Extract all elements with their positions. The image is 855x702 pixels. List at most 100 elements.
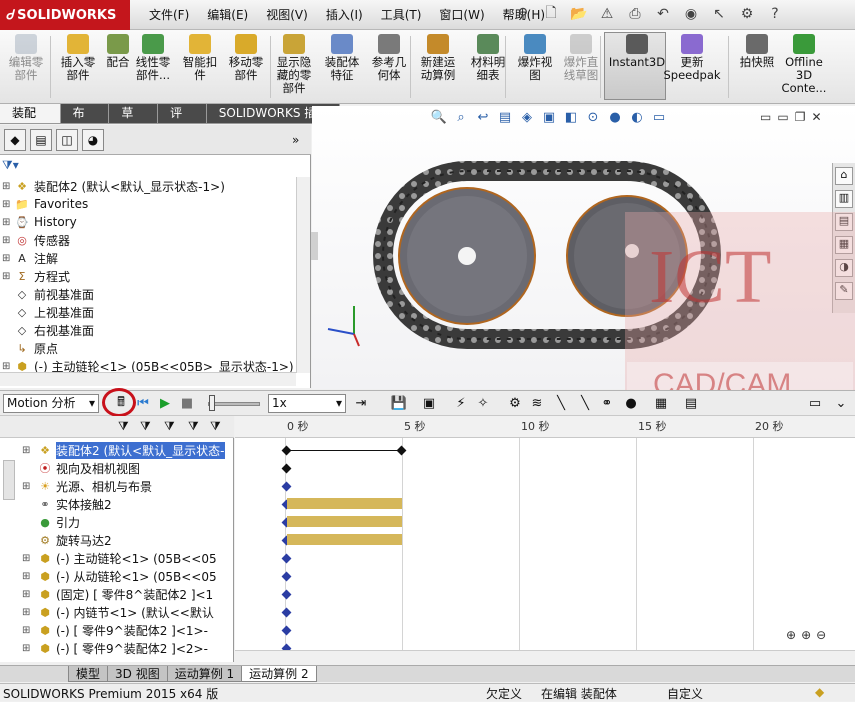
feature-tree-row[interactable]: ⊞ ⌚ History xyxy=(2,213,77,231)
feature-tree-row[interactable]: ◇ 右视基准面 xyxy=(2,321,94,339)
expand-toggle-icon[interactable]: ⊞ xyxy=(22,445,34,456)
gravity-icon[interactable]: ● xyxy=(622,394,640,412)
appearance-icon[interactable]: ● xyxy=(606,108,624,126)
filter-animated-icon[interactable]: ⧩ xyxy=(118,419,129,434)
motion-tree-scrollbar[interactable] xyxy=(3,460,15,500)
motion-tree-row[interactable]: ⊞ ⬢ (-) 主动链轮<1> (05B<<05 xyxy=(22,549,232,567)
view-orientation-icon[interactable]: ▣ xyxy=(540,108,558,126)
study-tab[interactable]: 运动算例 1 xyxy=(166,666,243,682)
menu-item[interactable]: 窗口(W) xyxy=(430,6,493,24)
command-button[interactable]: 拍快照 xyxy=(735,34,779,100)
zoom-in-timeline-icon[interactable]: ⊕ xyxy=(801,628,811,642)
command-button[interactable]: 更新 Speedpak xyxy=(663,34,721,100)
graphics-area[interactable] xyxy=(312,106,855,389)
motion-tree-row[interactable]: ⚭ 实体接触2 xyxy=(22,495,232,513)
motor-icon[interactable]: ⚙ xyxy=(506,394,524,412)
motion-tree-row[interactable]: ⚙ 旋转马达2 xyxy=(22,531,232,549)
menu-item[interactable]: 视图(V) xyxy=(257,6,317,24)
panel-splitter[interactable] xyxy=(311,232,318,260)
filter-icon[interactable]: ⧩▾ xyxy=(2,158,19,173)
play-from-start-icon[interactable]: ⏮ xyxy=(134,394,152,412)
feature-duration-bar[interactable] xyxy=(287,498,402,509)
playback-speed-select[interactable]: 1x xyxy=(268,394,346,413)
expand-toggle-icon[interactable]: ⊞ xyxy=(2,253,12,264)
command-button[interactable]: 移动零 部件 xyxy=(224,34,268,100)
expand-toggle-icon[interactable]: ⊞ xyxy=(22,571,34,582)
motion-tree-row[interactable]: ⊞ ⬢ (-) 从动链轮<1> (05B<<05 xyxy=(22,567,232,585)
display-manager-tab-icon[interactable]: ◕ xyxy=(82,129,104,151)
motion-tree-row[interactable]: ⊞ ⬢ (-) 内链节<1> (默认<<默认 xyxy=(22,603,232,621)
menu-item[interactable]: 文件(F) xyxy=(140,6,198,24)
command-button[interactable]: 装配体 特征 xyxy=(320,34,364,100)
playback-mode-icon[interactable]: ⇥ xyxy=(352,394,370,412)
menu-item[interactable]: 工具(T) xyxy=(372,6,431,24)
menu-item[interactable]: 插入(I) xyxy=(317,6,372,24)
feature-tree-row[interactable]: ↳ 原点 xyxy=(2,339,58,357)
custom-properties-icon[interactable]: ✎ xyxy=(835,282,853,300)
command-button[interactable]: 智能扣 件 xyxy=(178,34,222,100)
study-tab[interactable]: 模型 xyxy=(68,666,109,682)
collapse-manager-icon[interactable]: ▭ xyxy=(806,394,824,412)
motion-tree-row[interactable]: ⊞ ⬢ (-) [ 零件9^装配体2 ]<2>- xyxy=(22,639,232,657)
command-button[interactable]: 显示隐 藏的零 部件 xyxy=(272,34,316,100)
close-icon[interactable]: ✕ xyxy=(811,110,821,124)
playback-slider[interactable] xyxy=(208,402,260,406)
stop-icon[interactable]: ■ xyxy=(178,394,196,412)
command-tab[interactable]: 评估 xyxy=(158,104,207,139)
expand-toggle-icon[interactable]: ⊞ xyxy=(2,271,12,282)
zoom-to-area-icon[interactable]: ⌕ xyxy=(452,108,470,126)
motion-tree-row[interactable]: ● 引力 xyxy=(22,513,232,531)
feature-tree-row[interactable]: ⊞ Σ 方程式 xyxy=(2,267,70,285)
command-button[interactable]: 插入零 部件 xyxy=(56,34,100,100)
motion-tree-row[interactable]: ⊞ ⬢ (-) [ 零件9^装配体2 ]<1>- xyxy=(22,621,232,639)
timeline-horizontal-scrollbar[interactable] xyxy=(235,650,855,662)
tag-icon[interactable]: ◆ xyxy=(815,685,824,699)
expand-toggle-icon[interactable]: ⊞ xyxy=(2,199,12,210)
filter-selected-icon[interactable]: ⧩ xyxy=(164,419,175,434)
motion-tree-row[interactable]: ⦿ 视向及相机视图 xyxy=(22,459,232,477)
tree-horizontal-scrollbar[interactable] xyxy=(0,372,296,386)
autokey-icon[interactable]: ⚡ xyxy=(452,394,470,412)
save-animation-icon[interactable]: 💾 xyxy=(390,394,408,412)
hide-show-icon[interactable]: ⊙ xyxy=(584,108,602,126)
more-options-icon[interactable]: ⌄ xyxy=(832,394,850,412)
design-library-icon[interactable]: ▤ xyxy=(835,213,853,231)
open-folder-icon[interactable]: 📂 xyxy=(568,3,590,25)
view-settings-icon[interactable]: ▭ xyxy=(650,108,668,126)
section-view-icon[interactable]: ▤ xyxy=(496,108,514,126)
home-icon[interactable]: ⌂ xyxy=(835,167,853,185)
feature-duration-bar[interactable] xyxy=(287,534,402,545)
minimize-icon[interactable]: ▭ xyxy=(760,110,771,124)
feature-tree-row[interactable]: ⊞ 📁 Favorites xyxy=(2,195,88,213)
scene-icon[interactable]: ◐ xyxy=(628,108,646,126)
command-button[interactable]: 新建运 动算例 xyxy=(416,34,460,100)
menu-item[interactable]: 编辑(E) xyxy=(198,6,257,24)
feature-tree-row[interactable]: ⊞ ◎ 传感器 xyxy=(2,231,70,249)
rebuild-warning-icon[interactable]: ⚠ xyxy=(596,3,618,25)
study-tab[interactable]: 3D 视图 xyxy=(107,666,168,682)
expand-toggle-icon[interactable]: ⊞ xyxy=(2,235,12,246)
spring-icon[interactable]: ≋ xyxy=(528,394,546,412)
tile-icon[interactable]: ▭ xyxy=(777,110,788,124)
command-tab[interactable]: 布局 xyxy=(60,104,110,139)
configuration-manager-tab-icon[interactable]: ◫ xyxy=(56,129,78,151)
filter-all-icon[interactable]: ⧩ xyxy=(210,419,221,434)
add-key-icon[interactable]: ✧ xyxy=(474,394,492,412)
zoom-to-fit-icon[interactable]: 🔍 xyxy=(430,108,448,126)
feature-manager-tab-icon[interactable]: ◆ xyxy=(4,129,26,151)
tree-vertical-scrollbar[interactable] xyxy=(296,177,310,373)
command-tab[interactable]: 装配体 xyxy=(0,104,61,139)
expand-toggle-icon[interactable]: ⊞ xyxy=(22,643,34,654)
command-tab[interactable]: 草图 xyxy=(109,104,159,139)
motion-study-properties-icon[interactable]: ▤ xyxy=(682,394,700,412)
motion-tree-row[interactable]: ⊞ ⬢ (固定) [ 零件8^装配体2 ]<1 xyxy=(22,585,232,603)
motion-tree-row[interactable]: ⊞ ❖ 装配体2 (默认<默认_显示状态- xyxy=(22,441,232,459)
command-button[interactable]: Instant3D xyxy=(608,34,666,100)
feature-duration-bar[interactable] xyxy=(287,516,402,527)
filter-results-icon[interactable]: ⧩ xyxy=(188,419,199,434)
expand-toggle-icon[interactable]: ⊞ xyxy=(22,553,34,564)
study-tab[interactable]: 运动算例 2 xyxy=(241,666,317,682)
command-button[interactable]: 线性零 部件... xyxy=(131,34,175,100)
previous-view-icon[interactable]: ↩ xyxy=(474,108,492,126)
appearances-icon[interactable]: ◑ xyxy=(835,259,853,277)
